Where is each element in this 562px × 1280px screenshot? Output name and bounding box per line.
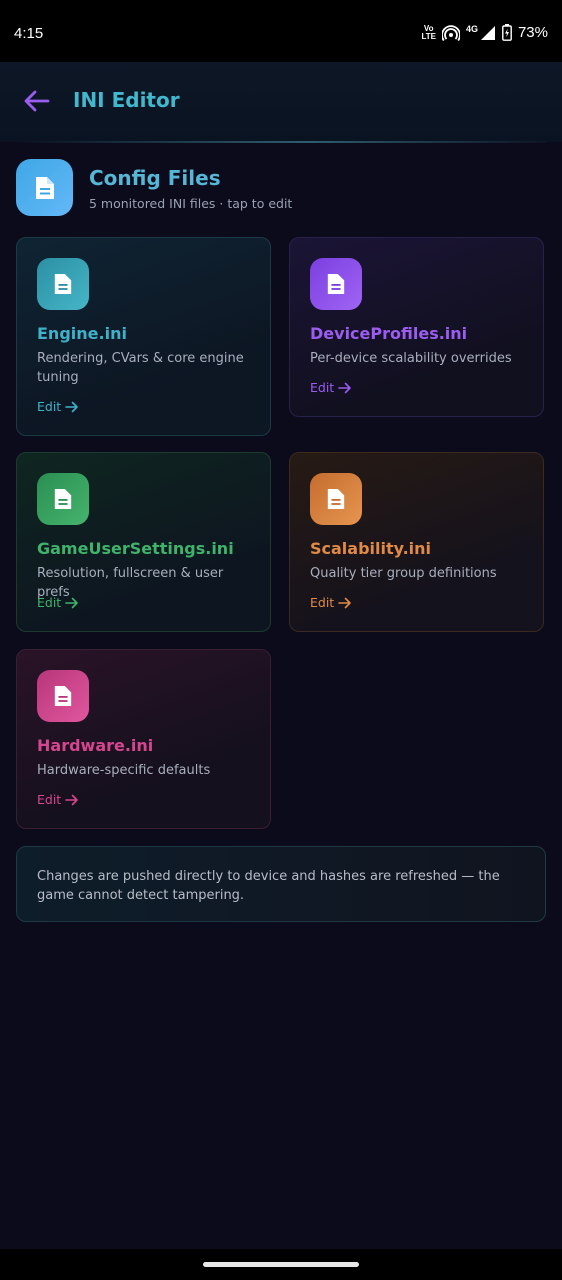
edit-button[interactable]: Edit <box>310 595 352 610</box>
document-icon <box>54 489 72 509</box>
file-card-scalability[interactable]: Scalability.ini Quality tier group defin… <box>289 452 544 632</box>
status-time: 4:15 <box>14 25 44 42</box>
document-icon <box>54 686 72 706</box>
section-subtitle: 5 monitored INI files · tap to edit <box>89 196 293 211</box>
file-name: GameUserSettings.ini <box>37 539 234 558</box>
home-indicator[interactable] <box>203 1262 359 1267</box>
volte-icon: Vo LTE <box>421 23 436 41</box>
document-icon <box>327 489 345 509</box>
navigation-bar <box>0 1249 562 1280</box>
arrow-right-icon <box>65 597 79 608</box>
file-icon <box>310 473 362 525</box>
file-name: Engine.ini <box>37 324 127 343</box>
status-bar: 4:15 Vo LTE 4G 73% <box>0 0 562 62</box>
file-icon <box>37 258 89 310</box>
arrow-right-icon <box>338 382 352 393</box>
document-icon <box>35 176 54 199</box>
section-title: Config Files <box>89 166 221 190</box>
divider <box>16 141 546 143</box>
file-icon <box>310 258 362 310</box>
page-title: INI Editor <box>73 88 180 112</box>
edit-button[interactable]: Edit <box>37 595 79 610</box>
file-card-hardware[interactable]: Hardware.ini Hardware-specific defaults … <box>16 649 271 829</box>
file-description: Hardware-specific defaults <box>37 763 211 778</box>
edit-button[interactable]: Edit <box>37 792 79 807</box>
edit-button[interactable]: Edit <box>37 399 79 414</box>
file-card-gameusersettings[interactable]: GameUserSettings.ini Resolution, fullscr… <box>16 452 271 632</box>
signal-icon <box>480 25 495 40</box>
app-bar: INI Editor <box>0 62 562 142</box>
arrow-right-icon <box>65 401 79 412</box>
file-icon <box>37 473 89 525</box>
file-card-deviceprofiles[interactable]: DeviceProfiles.ini Per-device scalabilit… <box>289 237 544 417</box>
file-description: Rendering, CVars & core engine tuning <box>37 351 244 385</box>
file-description: Per-device scalability overrides <box>310 351 512 366</box>
info-notice: Changes are pushed directly to device an… <box>16 846 546 922</box>
battery-level: 73% <box>517 24 548 41</box>
file-name: DeviceProfiles.ini <box>310 324 468 343</box>
arrow-right-icon <box>338 597 352 608</box>
file-description: Quality tier group definitions <box>310 566 497 581</box>
battery-icon <box>502 24 512 41</box>
config-files-icon <box>16 159 73 216</box>
edit-button[interactable]: Edit <box>310 380 352 395</box>
document-icon <box>54 274 72 294</box>
arrow-right-icon <box>65 794 79 805</box>
file-icon <box>37 670 89 722</box>
back-button[interactable] <box>22 88 52 114</box>
file-name: Scalability.ini <box>310 539 432 558</box>
document-icon <box>327 274 345 294</box>
hotspot-icon <box>441 24 460 41</box>
arrow-left-icon <box>24 90 50 112</box>
network-type: 4G <box>465 24 478 34</box>
status-icons: Vo LTE 4G 73% <box>421 24 548 41</box>
file-name: Hardware.ini <box>37 736 154 755</box>
file-card-engine[interactable]: Engine.ini Rendering, CVars & core engin… <box>16 237 271 436</box>
